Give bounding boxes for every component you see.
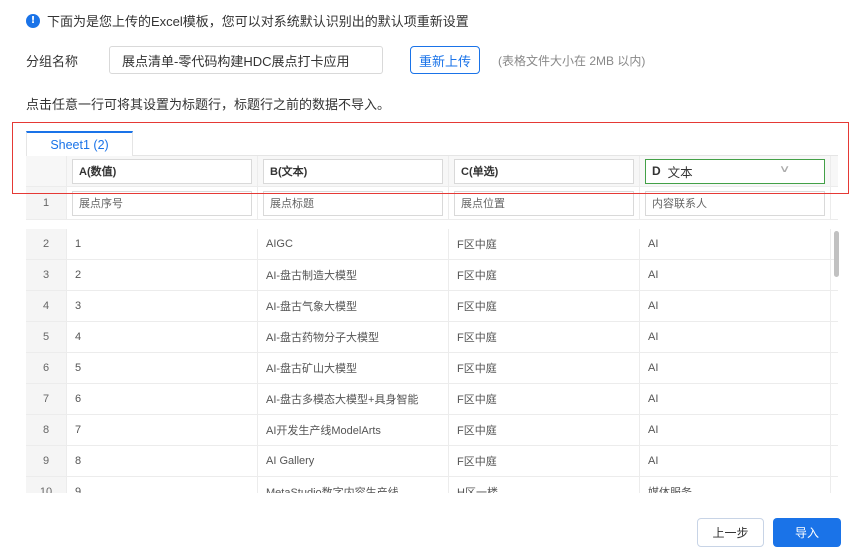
column-type-cell-a: A(数值) <box>67 156 258 186</box>
table-row[interactable]: 5 4 AI-盘古药物分子大模型 F区中庭 AI <box>26 322 838 353</box>
title-cell: 展点序号 <box>67 187 258 219</box>
table-cell: 4 <box>67 322 258 352</box>
column-type-row: A(数值) B(文本) C(单选) D 文本 ∨ <box>26 156 838 187</box>
table-cell: AI-盘古气象大模型 <box>258 291 449 321</box>
table-cell: AI <box>640 446 831 476</box>
row-number: 8 <box>26 415 67 445</box>
table-cell: AI <box>640 415 831 445</box>
row-number: 1 <box>26 187 67 219</box>
table-cell: AI Gallery <box>258 446 449 476</box>
table-cell: AIGC <box>258 229 449 259</box>
table-cell: 2 <box>67 260 258 290</box>
column-letter: D <box>652 164 661 178</box>
table-cell: AI-盘古制造大模型 <box>258 260 449 290</box>
table-cell: AI <box>640 322 831 352</box>
table-cell: 6 <box>67 384 258 414</box>
row-number: 7 <box>26 384 67 414</box>
row-number: 10 <box>26 477 67 493</box>
table-cell: F区中庭 <box>449 291 640 321</box>
column-type-select-a[interactable]: A(数值) <box>72 158 252 184</box>
title-cell: 内容联系人 <box>640 187 831 219</box>
row-number: 9 <box>26 446 67 476</box>
table-cell: AI <box>640 260 831 290</box>
table-row[interactable]: 7 6 AI-盘古多模态大模型+具身智能 F区中庭 AI <box>26 384 838 415</box>
title-field[interactable]: 展点位置 <box>454 190 634 216</box>
title-row[interactable]: 1 展点序号 展点标题 展点位置 内容联系人 <box>26 187 838 220</box>
corner-cell <box>26 156 67 186</box>
table-cell: 媒体服务 <box>640 477 831 493</box>
title-cell: 展点标题 <box>258 187 449 219</box>
tab-sheet1[interactable]: Sheet1 (2) <box>26 131 133 156</box>
column-type-cell-d: D 文本 ∨ <box>640 156 831 186</box>
table-row[interactable]: 2 1 AIGC F区中庭 AI <box>26 229 838 260</box>
file-size-hint: (表格文件大小在 2MB 以内) <box>498 53 646 68</box>
column-type-select-c[interactable]: C(单选) <box>454 158 634 184</box>
row-number: 2 <box>26 229 67 259</box>
table-cell: 8 <box>67 446 258 476</box>
table-row[interactable]: 6 5 AI-盘古矿山大模型 F区中庭 AI <box>26 353 838 384</box>
table-cell: AI <box>640 384 831 414</box>
table-cell: AI开发生产线ModelArts <box>258 415 449 445</box>
preview-grid: A(数值) B(文本) C(单选) D 文本 ∨ 1 展点序号 展点标题 展点位… <box>26 156 838 220</box>
row-number: 5 <box>26 322 67 352</box>
table-row[interactable]: 4 3 AI-盘古气象大模型 F区中庭 AI <box>26 291 838 322</box>
row-number: 3 <box>26 260 67 290</box>
info-icon: ! <box>26 13 40 28</box>
table-cell: AI <box>640 229 831 259</box>
table-cell: F区中庭 <box>449 415 640 445</box>
column-type-select-b[interactable]: B(文本) <box>263 158 443 184</box>
table-cell: AI-盘古矿山大模型 <box>258 353 449 383</box>
notice-bar: ! 下面为是您上传的Excel模板，您可以对系统默认识别出的默认项重新设置 <box>26 11 469 30</box>
table-cell: F区中庭 <box>449 446 640 476</box>
table-row[interactable]: 3 2 AI-盘古制造大模型 F区中庭 AI <box>26 260 838 291</box>
column-type-cell-c: C(单选) <box>449 156 640 186</box>
table-cell: F区中庭 <box>449 353 640 383</box>
table-cell: 9 <box>67 477 258 493</box>
table-row[interactable]: 9 8 AI Gallery F区中庭 AI <box>26 446 838 477</box>
row-number: 4 <box>26 291 67 321</box>
notice-text: 下面为是您上传的Excel模板，您可以对系统默认识别出的默认项重新设置 <box>47 14 469 29</box>
table-cell: F区中庭 <box>449 260 640 290</box>
table-cell: F区中庭 <box>449 322 640 352</box>
reupload-button[interactable]: 重新上传 <box>410 46 481 74</box>
group-name-input[interactable]: 展点清单-零代码构建HDC展点打卡应用 <box>109 46 383 74</box>
table-cell: MetaStudio数字内容生产线 <box>258 477 449 493</box>
table-cell: AI <box>640 291 831 321</box>
table-cell: F区中庭 <box>449 229 640 259</box>
table-cell: AI-盘古多模态大模型+具身智能 <box>258 384 449 414</box>
table-cell: AI-盘古药物分子大模型 <box>258 322 449 352</box>
table-row[interactable]: 10 9 MetaStudio数字内容生产线 H区一楼 媒体服务 <box>26 477 838 493</box>
table-cell: H区一楼 <box>449 477 640 493</box>
chevron-down-icon[interactable]: ∨ <box>778 164 790 175</box>
group-name-label: 分组名称 <box>26 53 79 69</box>
table-cell: AI <box>640 353 831 383</box>
table-cell: 5 <box>67 353 258 383</box>
scrollbar[interactable] <box>834 231 839 277</box>
table-cell: 3 <box>67 291 258 321</box>
column-type-value: 文本 <box>667 165 693 180</box>
title-field[interactable]: 展点序号 <box>72 190 252 216</box>
table-cell: 7 <box>67 415 258 445</box>
prev-step-button[interactable]: 上一步 <box>697 518 764 547</box>
table-cell: 1 <box>67 229 258 259</box>
table-cell: F区中庭 <box>449 384 640 414</box>
title-field[interactable]: 内容联系人 <box>645 190 825 216</box>
row-number: 6 <box>26 353 67 383</box>
column-type-cell-b: B(文本) <box>258 156 449 186</box>
import-button[interactable]: 导入 <box>773 518 841 547</box>
group-name-row: 分组名称 展点清单-零代码构建HDC展点打卡应用 重新上传 (表格文件大小在 2… <box>26 45 645 75</box>
title-field[interactable]: 展点标题 <box>263 190 443 216</box>
instruction-text: 点击任意一行可将其设置为标题行，标题行之前的数据不导入。 <box>26 97 391 112</box>
sheet-tab-bar: Sheet1 (2) <box>26 131 838 156</box>
title-cell: 展点位置 <box>449 187 640 219</box>
column-type-select-d[interactable]: D 文本 ∨ <box>645 158 825 184</box>
table-row[interactable]: 8 7 AI开发生产线ModelArts F区中庭 AI <box>26 415 838 446</box>
data-rows: 2 1 AIGC F区中庭 AI 3 2 AI-盘古制造大模型 F区中庭 AI 4 3 AI-盘古气象大… <box>26 229 838 493</box>
